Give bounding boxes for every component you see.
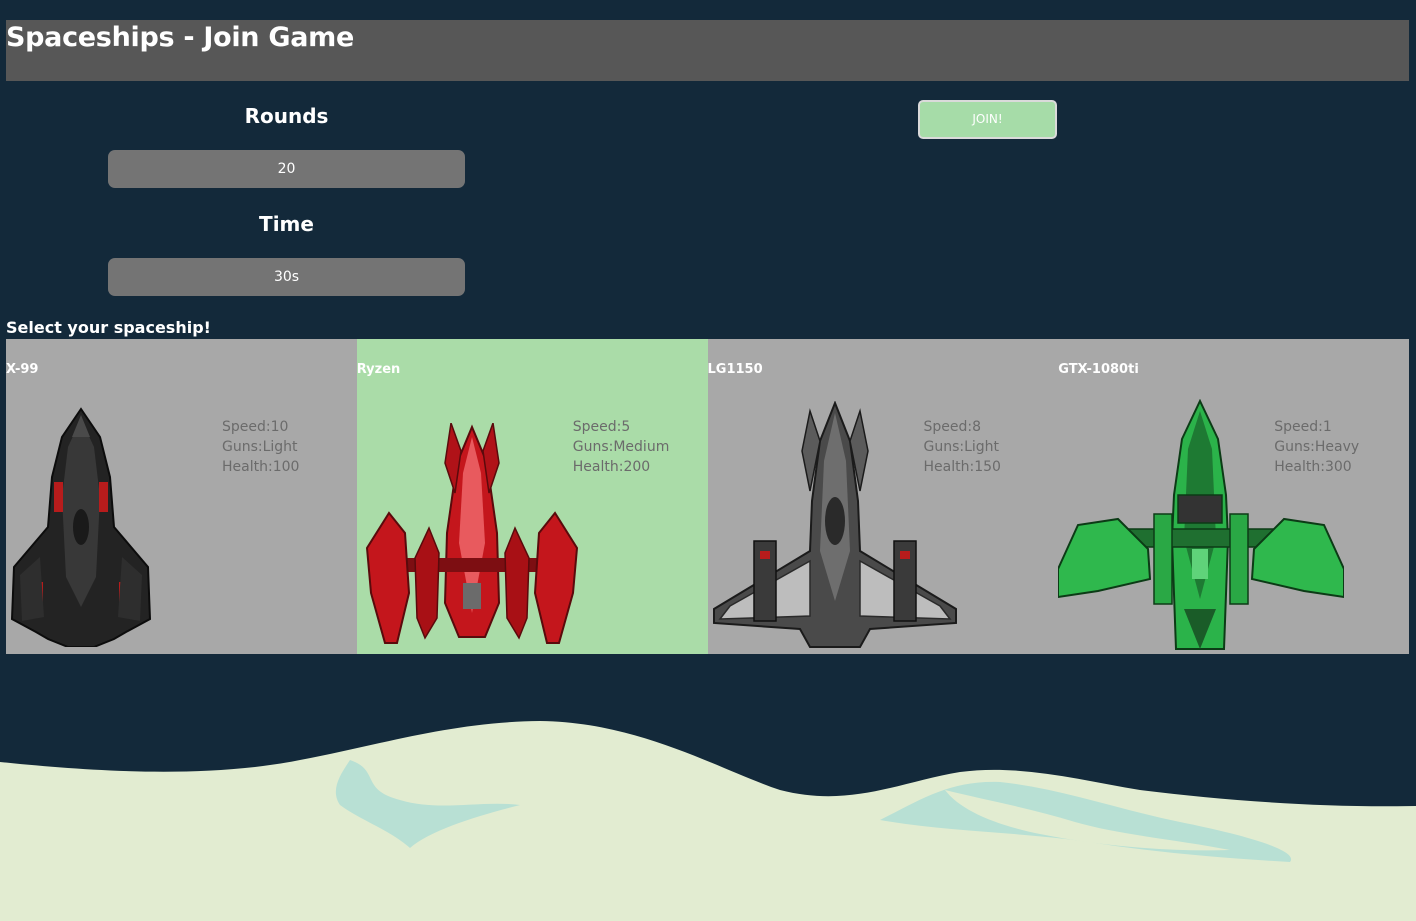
planet-terrain-illustration [0, 721, 1416, 921]
